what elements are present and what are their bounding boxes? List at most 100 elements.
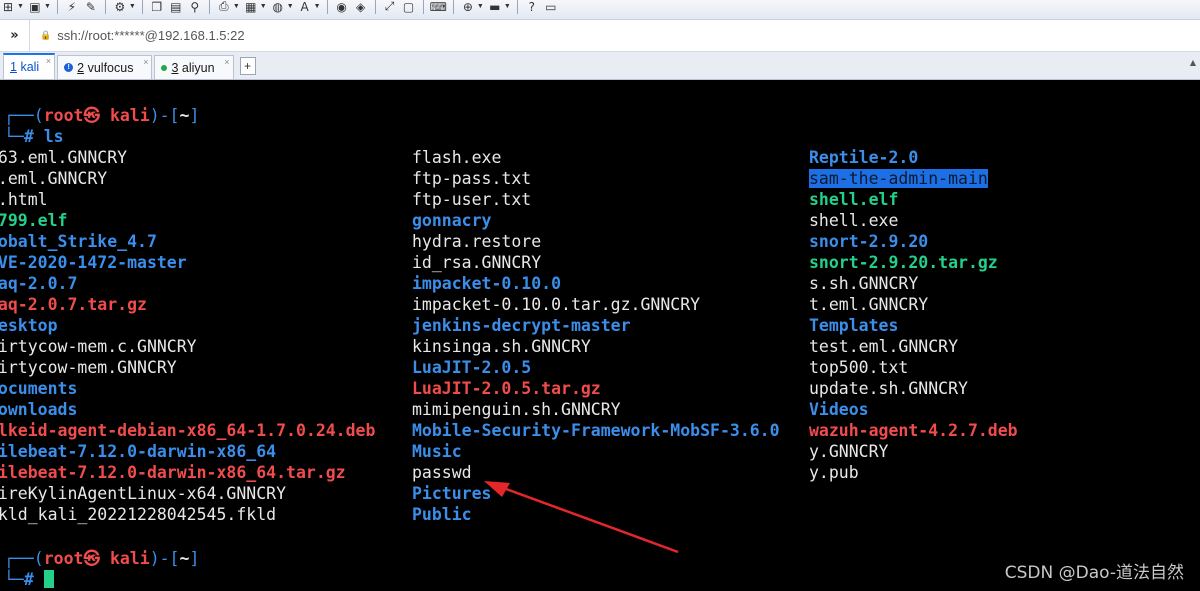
file-name: Mobile-Security-Framework-MobSF-3.6.0: [412, 421, 780, 440]
file-entry: Desktop: [0, 315, 375, 336]
chevron-down-icon[interactable]: ▼: [314, 3, 321, 10]
file-entry: filebeat-7.12.0-darwin-x86_64: [0, 441, 375, 462]
scroll-up-icon[interactable]: ▲: [1190, 58, 1196, 67]
file-entry: snort-2.9.20.tar.gz: [809, 252, 1018, 273]
chevron-down-icon[interactable]: ▼: [129, 3, 136, 10]
add-window-icon[interactable]: ⊕: [460, 0, 476, 15]
file-entry: LuaJIT-2.0.5.tar.gz: [412, 378, 780, 399]
prompt-dir: ~: [179, 106, 190, 125]
skull-icon: ㉿: [83, 549, 101, 568]
print-icon[interactable]: ⎙: [216, 0, 232, 15]
file-name: LuaJIT-2.0.5.tar.gz: [412, 379, 601, 398]
file-entry: fireKylinAgentLinux-x64.GNNCRY: [0, 483, 375, 504]
chevron-down-icon[interactable]: ▼: [287, 3, 294, 10]
keyboard-icon[interactable]: ⌨: [430, 0, 447, 15]
prompt-frame: ]: [189, 549, 200, 568]
file-name: sam-the-admin-main: [809, 169, 988, 188]
chevron-down-icon[interactable]: ▼: [477, 3, 484, 10]
file-entry: shell.elf: [809, 189, 1018, 210]
lock-icon: 🔒: [40, 30, 52, 40]
file-entry: ftp-user.txt: [412, 189, 780, 210]
terminal-output[interactable]: ┌──(root㉿ kali)-[~] └─# ls 163.eml.GNNCR…: [0, 80, 1200, 591]
window-icon[interactable]: ▬: [487, 0, 503, 15]
file-entry: Documents: [0, 378, 375, 399]
file-name: kinsinga.sh.GNNCRY: [412, 337, 591, 356]
watermark: CSDN @Dao-道法自然: [1004, 563, 1184, 583]
file-name: y.pub: [809, 463, 859, 482]
prompt-frame: ┌──(: [4, 549, 44, 568]
file-entry: 1.eml.GNNCRY: [0, 168, 375, 189]
open-folder-icon[interactable]: ▣: [27, 0, 43, 15]
chat-icon[interactable]: ▭: [543, 0, 559, 15]
file-name: daq-2.0.7.tar.gz: [0, 295, 147, 314]
chevron-down-icon[interactable]: ▼: [44, 3, 51, 10]
add-tab-button[interactable]: +: [239, 57, 256, 75]
file-entry: wazuh-agent-4.2.7.deb: [809, 420, 1018, 441]
file-name: top500.txt: [809, 358, 909, 377]
file-entry: impacket-0.10.0.tar.gz.GNNCRY: [412, 294, 780, 315]
copy-icon[interactable]: ❐: [149, 0, 165, 15]
file-entry: y.pub: [809, 462, 1018, 483]
chevron-down-icon[interactable]: ▼: [504, 3, 511, 10]
font-icon[interactable]: A: [297, 0, 313, 15]
chevron-down-icon[interactable]: ▼: [260, 3, 267, 10]
tab-label: vulfocus: [87, 60, 134, 75]
lock-icon[interactable]: ▢: [401, 0, 417, 15]
prompt-user: root: [43, 106, 84, 125]
tab-kali[interactable]: 1 kali ×: [3, 53, 56, 79]
tab-number: 1: [10, 60, 17, 74]
expand-icon[interactable]: »: [0, 19, 30, 52]
file-name: jenkins-decrypt-master: [412, 316, 631, 335]
prompt-frame: )-[: [149, 549, 180, 568]
fullscreen-icon[interactable]: ⤢: [382, 0, 398, 15]
file-entry: Videos: [809, 399, 1018, 420]
search-icon[interactable]: ⚲: [187, 0, 203, 15]
file-entry: update.sh.GNNCRY: [809, 378, 1018, 399]
close-icon[interactable]: ×: [143, 57, 148, 67]
toolbar-divider: [141, 0, 143, 14]
chevron-down-icon[interactable]: ▼: [17, 3, 24, 10]
paste-icon[interactable]: ▤: [168, 0, 184, 15]
shield-icon[interactable]: ◈: [353, 0, 369, 15]
record-icon[interactable]: ◉: [334, 0, 350, 15]
chevron-down-icon[interactable]: ▼: [233, 3, 240, 10]
file-name: daq-2.0.7: [0, 274, 78, 293]
close-icon[interactable]: ×: [46, 56, 51, 66]
app-toolbar: ⊞ ▼ ▣ ▼ ⚡ ✎ ⚙ ▼ ❐ ▤ ⚲ ⎙ ▼ ▦ ▼ ◍ ▼ A ▼ ◉ ◈ ⤢ ▢ ⌨…: [0, 0, 1200, 20]
close-icon[interactable]: ×: [224, 57, 229, 67]
toolbar-divider: [374, 0, 376, 14]
layout-icon[interactable]: ▦: [243, 0, 259, 15]
file-entry: 1.html: [0, 189, 375, 210]
file-entry: dirtycow-mem.c.GNNCRY: [0, 336, 375, 357]
help-icon[interactable]: ?: [524, 0, 540, 15]
settings-icon[interactable]: ⚙: [112, 0, 128, 15]
file-entry: dirtycow-mem.GNNCRY: [0, 357, 375, 378]
command-text: ls: [33, 127, 64, 146]
file-name: Music: [412, 442, 462, 461]
skull-icon: ㉿: [83, 106, 101, 125]
file-name: id_rsa.GNNCRY: [412, 253, 542, 272]
file-name: impacket-0.10.0.tar.gz.GNNCRY: [412, 295, 701, 314]
ls-column-2: flash.exe ftp-pass.txt ftp-user.txt gonnacr…: [412, 147, 780, 525]
file-entry: t.eml.GNNCRY: [809, 294, 1018, 315]
file-entry: gonnacry: [412, 210, 780, 231]
file-name: shell.exe: [809, 211, 899, 230]
tab-vulfocus[interactable]: ! 2 vulfocus ×: [57, 55, 153, 79]
file-name: gonnacry: [412, 211, 492, 230]
globe-icon[interactable]: ◍: [270, 0, 286, 15]
toolbar-divider: [422, 0, 424, 14]
toolbar-divider: [452, 0, 454, 14]
file-entry: filebeat-7.12.0-darwin-x86_64.tar.gz: [0, 462, 375, 483]
file-name: 1.eml.GNNCRY: [0, 169, 108, 188]
new-session-icon[interactable]: ⊞: [0, 0, 16, 15]
file-name: Downloads: [0, 400, 78, 419]
disconnect-icon[interactable]: ⚡: [64, 0, 80, 15]
pin-icon[interactable]: ✎: [83, 0, 99, 15]
file-name: CVE-2020-1472-master: [0, 253, 187, 272]
file-name: Videos: [809, 400, 869, 419]
session-url[interactable]: ssh://root:******@192.168.1.5:22: [57, 28, 244, 43]
file-entry: hydra.restore: [412, 231, 780, 252]
tab-aliyun[interactable]: 3 aliyun ×: [154, 55, 234, 79]
file-name: update.sh.GNNCRY: [809, 379, 968, 398]
file-entry: s.sh.GNNCRY: [809, 273, 1018, 294]
